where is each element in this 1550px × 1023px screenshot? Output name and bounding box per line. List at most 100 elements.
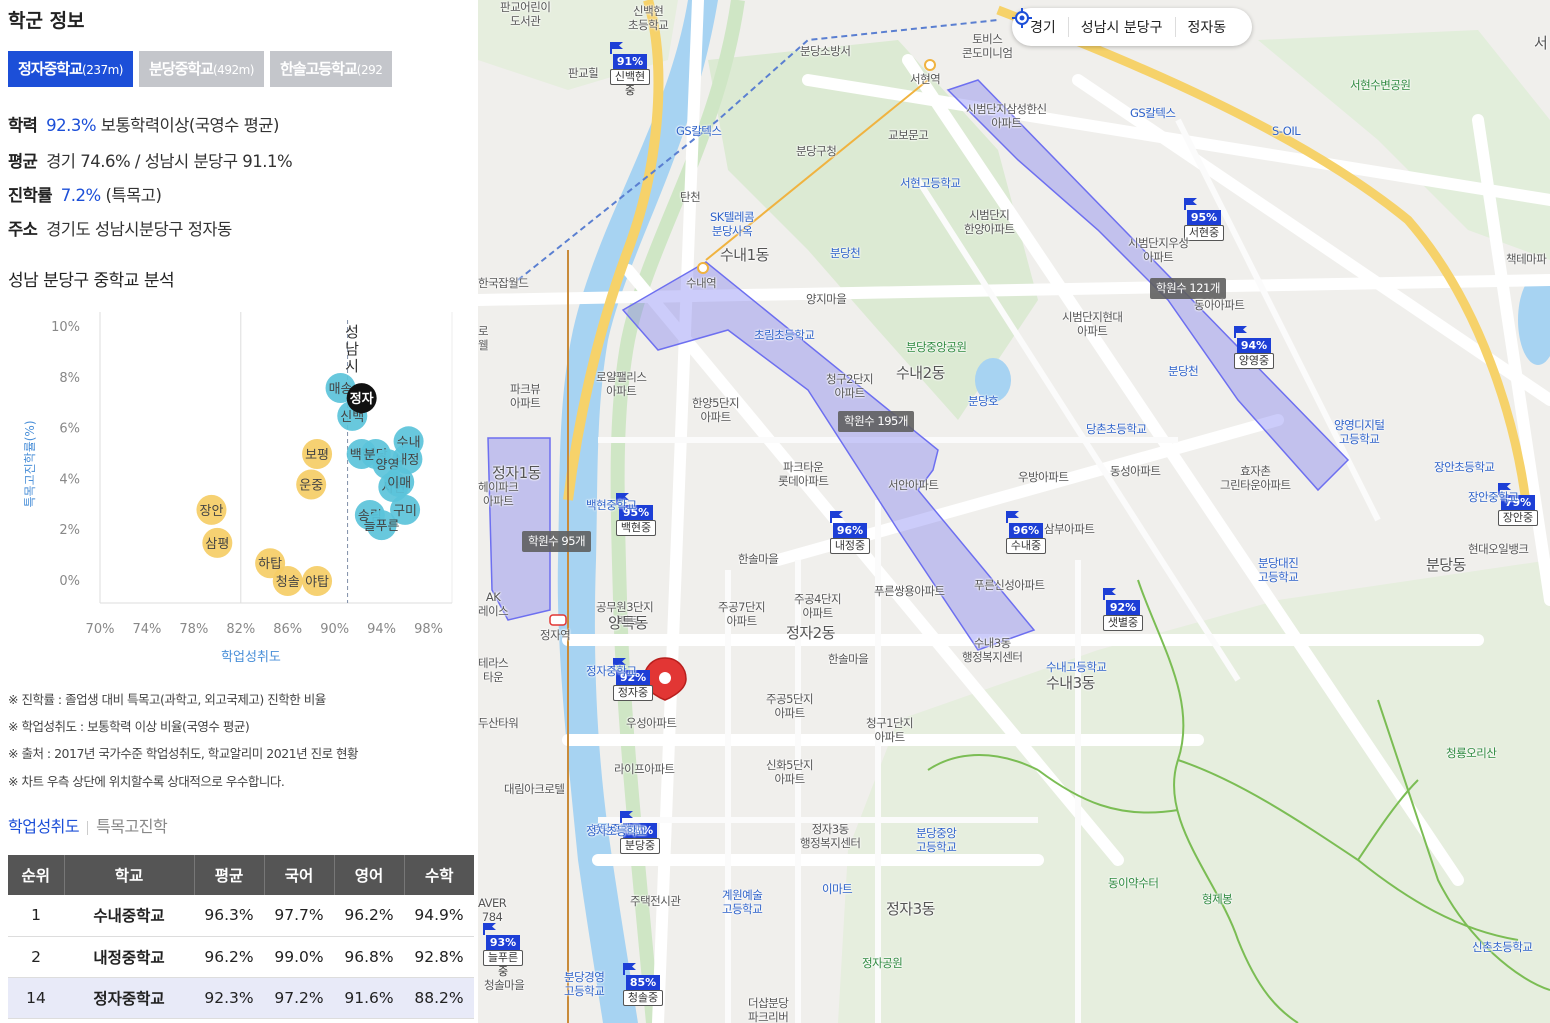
map-label-hyeongje[interactable]: 형제봉 [1202, 892, 1233, 906]
map-label-gyewon[interactable]: 계원예술 고등학교 [722, 888, 763, 916]
map-label-bundang-gu[interactable]: 분당구청 [796, 144, 837, 158]
map-label-baekhyeon-lbl[interactable]: 백현중학교 [586, 498, 637, 512]
map-label-sunae3[interactable]: 수내3동 [1046, 676, 1095, 691]
map-label-tancheon[interactable]: 탄천 [680, 190, 701, 204]
map-label-sunae1[interactable]: 수내1동 [720, 248, 769, 263]
map-label-jangan-elem[interactable]: 장안초등학교 [1434, 460, 1495, 474]
map-label-deotsam[interactable]: 더샵분당 파크리버 [748, 996, 789, 1023]
map-label-sibeom-woosung[interactable]: 시범단지우성 아파트 [1128, 236, 1189, 264]
map-label-hyojachon[interactable]: 효자촌 그린타운아파트 [1220, 464, 1291, 492]
map-label-seohyeon-high[interactable]: 서현고등학교 [900, 176, 961, 190]
map-label-jeongja3-center[interactable]: 정자3동 행정복지센터 [800, 822, 861, 850]
map-label-korea-job[interactable]: 한국잡월드 [478, 276, 529, 290]
map-label-samwoo[interactable]: 삼부아파트 [1044, 522, 1095, 536]
map-label-cheongsol-village[interactable]: 청솔마을 [484, 978, 525, 992]
map-label-sinchon-elem[interactable]: 신촌초등학교 [1472, 940, 1533, 954]
map-label-bundang-fire[interactable]: 분당소방서 [800, 44, 851, 58]
map-label-bundang-lake[interactable]: 분당호 [968, 394, 999, 408]
map-label-daerim[interactable]: 대림아크로텔 [504, 782, 565, 796]
map-label-terrace[interactable]: 테라스 타운 [478, 656, 509, 684]
map-label-jugong7[interactable]: 주공7단지 아파트 [718, 600, 766, 628]
map-label-purunsin[interactable]: 푸른신성아파트 [974, 578, 1045, 592]
map-label-sk[interactable]: SK텔레콤 분당사옥 [710, 210, 755, 238]
map-label-seohyeon-park[interactable]: 서현수변공원 [1350, 78, 1411, 92]
tab-hansol-high[interactable]: 한솔고등학교(292 [269, 51, 393, 87]
map-label-yangyoung-digital[interactable]: 양영디지털 고등학교 [1334, 418, 1385, 446]
academy-count-label[interactable]: 학원수 95개 [522, 531, 592, 552]
map-label-dangchon[interactable]: 당촌초등학교 [1086, 422, 1147, 436]
map-label-woosung[interactable]: 우성아파트 [626, 716, 677, 730]
map-label-purunsan[interactable]: 푸른쌍용아파트 [874, 584, 945, 598]
map-label-yangji[interactable]: 양지마을 [806, 292, 847, 306]
academy-count-label[interactable]: 학원수 121개 [1150, 278, 1226, 299]
map-label-bundang-central-high[interactable]: 분당중앙 고등학교 [916, 826, 957, 854]
academy-count-label[interactable]: 학원수 195개 [838, 411, 914, 432]
map-label-bundangcheon2[interactable]: 분당천 [1168, 364, 1199, 378]
map-label-jugong4[interactable]: 주공4단지 아파트 [794, 592, 842, 620]
map-label-life[interactable]: 라이프아파트 [614, 762, 675, 776]
map-label-jeongja2[interactable]: 정자2동 [786, 626, 835, 641]
map-label-pangyo-child[interactable]: 판교어린이 도서관 [500, 0, 551, 28]
map-label-sibeom-samsung[interactable]: 시범단지삼성한신 아파트 [966, 102, 1047, 130]
tab-special-high[interactable]: 특목고진학 [96, 817, 168, 836]
map-label-jeongja1[interactable]: 정자1동 [492, 466, 541, 481]
location-city[interactable]: 성남시 분당구 [1067, 17, 1175, 37]
map-label-sinbaek-elem[interactable]: 신백현 초등학교 [628, 4, 669, 32]
map-label-kyobo[interactable]: 교보문고 [888, 128, 929, 142]
map-label-bundangcheon1[interactable]: 분당천 [830, 246, 861, 260]
map-label-jeongja-stn[interactable]: 정자역 [540, 628, 571, 642]
map-label-hansol-village[interactable]: 한솔마을 [738, 552, 779, 566]
tab-achievement[interactable]: 학업성취도 [8, 817, 80, 836]
map-label-chaekte[interactable]: 책테마파 [1506, 252, 1547, 266]
map-label-royal[interactable]: 로얄팰리스 아파트 [596, 370, 647, 398]
map-label-bundang-daejin[interactable]: 분당대진 고등학교 [1258, 556, 1299, 584]
table-row[interactable]: 2 내정중학교 96.2% 99.0% 96.8% 92.8% [8, 936, 474, 978]
map-label-bundang-dong[interactable]: 분당동 [1426, 558, 1466, 573]
map-label-sunae-high[interactable]: 수내고등학교 [1046, 660, 1107, 674]
map-label-seohyeon-stn[interactable]: 서현역 [910, 72, 941, 86]
map-label-yangtok[interactable]: 양특동 [608, 616, 648, 631]
map-label-ro[interactable]: 로웰 [478, 324, 489, 352]
map-label-ak[interactable]: AK 레이스 [478, 590, 509, 618]
map-label-sibeom-hanyang[interactable]: 시범단지 한양아파트 [964, 208, 1015, 236]
map-label-emart[interactable]: 이마트 [822, 882, 853, 896]
map-view[interactable]: 경기 성남시 분당구 정자동 학원수 195개 학원수 121개 학원수 95개… [478, 0, 1550, 1023]
map-label-chunggu2[interactable]: 청구2단지 아파트 [826, 372, 874, 400]
map-label-hansol-village2[interactable]: 한솔마을 [828, 652, 869, 666]
map-label-sibeom-hyundai[interactable]: 시범단지현대 아파트 [1062, 310, 1123, 338]
map-label-jeongja-elem[interactable]: 정자초등학교 [586, 824, 647, 838]
map-label-jeongja-middle-lbl[interactable]: 정자중학교 [586, 664, 637, 678]
map-label-dongsung[interactable]: 동성아파트 [1110, 464, 1161, 478]
map-label-parktown[interactable]: 파크타운 롯데아파트 [778, 460, 829, 488]
map-label-seoan[interactable]: 서안아파트 [888, 478, 939, 492]
map-label-chorim[interactable]: 초림초등학교 [754, 328, 815, 342]
tab-bundang-middle[interactable]: 분당중학교(492m) [138, 51, 264, 87]
map-label-jugong5[interactable]: 주공5단지 아파트 [766, 692, 814, 720]
map-label-dusan[interactable]: 두산타워 [478, 716, 519, 730]
gps-target-icon[interactable] [1012, 8, 1032, 28]
map-label-tobis[interactable]: 토비스 콘도미니엄 [962, 32, 1013, 60]
map-label-aver[interactable]: AVER 784 [478, 896, 507, 924]
map-label-sunae3-center[interactable]: 수내3동 행정복지센터 [962, 636, 1023, 664]
map-label-dongah[interactable]: 동아아파트 [1194, 298, 1245, 312]
map-label-dongi[interactable]: 동이약수터 [1108, 876, 1159, 890]
map-label-gs1[interactable]: GS칼텍스 [676, 124, 722, 138]
map-label-sunae2[interactable]: 수내2동 [896, 366, 945, 381]
tab-jeongja-middle[interactable]: 정자중학교(237m) [8, 51, 133, 87]
map-label-jangan-middle-lbl[interactable]: 장안중학교 [1468, 490, 1519, 504]
map-label-juteak[interactable]: 주택전시관 [630, 894, 681, 908]
map-label-jeongja3[interactable]: 정자3동 [886, 902, 935, 917]
map-label-gs2[interactable]: GS칼텍스 [1130, 106, 1176, 120]
map-label-cheongnyong[interactable]: 청룡오리산 [1446, 746, 1497, 760]
location-dong[interactable]: 정자동 [1174, 17, 1239, 37]
table-row[interactable]: 1 수내중학교 96.3% 97.7% 96.2% 94.9% [8, 895, 474, 937]
map-label-sunae-stn[interactable]: 수내역 [686, 276, 717, 290]
map-label-soil[interactable]: S-OIL [1272, 124, 1301, 138]
map-label-chunggu1[interactable]: 청구1단지 아파트 [866, 716, 914, 744]
map-label-bundang-gyeongyoung[interactable]: 분당경영 고등학교 [564, 970, 605, 998]
map-label-seo-edge[interactable]: 서 [1534, 36, 1548, 51]
map-label-woobang[interactable]: 우방아파트 [1018, 470, 1069, 484]
map-label-parkview[interactable]: 파크뷰 아파트 [510, 382, 541, 410]
map-label-hanyang5[interactable]: 한양5단지 아파트 [692, 396, 740, 424]
map-label-sinhwa5[interactable]: 신화5단지 아파트 [766, 758, 814, 786]
